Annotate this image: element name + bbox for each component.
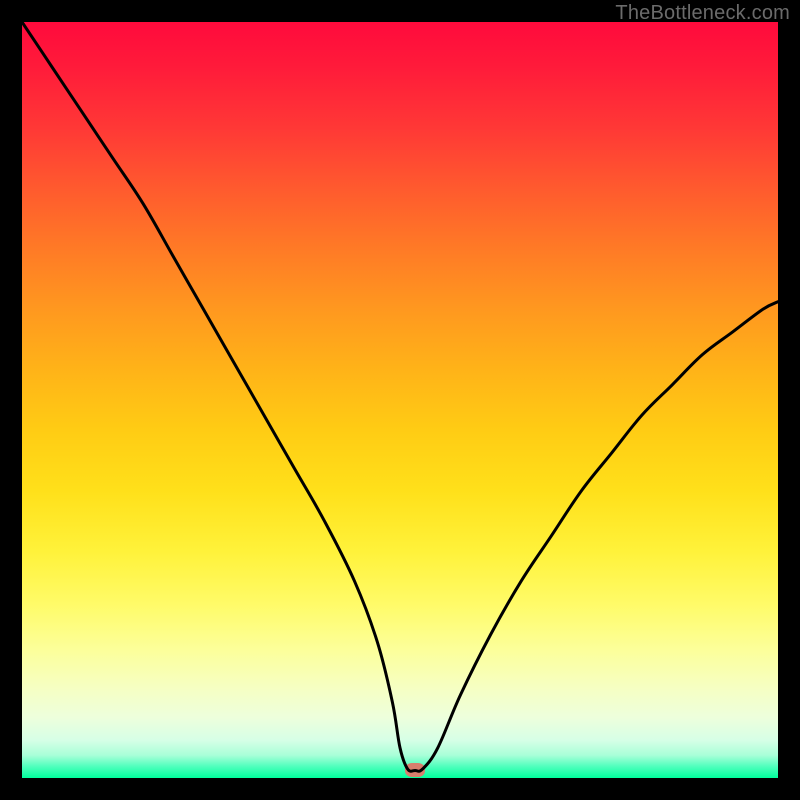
bottleneck-curve: [22, 22, 778, 778]
attribution-label: TheBottleneck.com: [615, 2, 790, 25]
chart-frame: TheBottleneck.com: [0, 0, 800, 800]
plot-area: [22, 22, 778, 778]
